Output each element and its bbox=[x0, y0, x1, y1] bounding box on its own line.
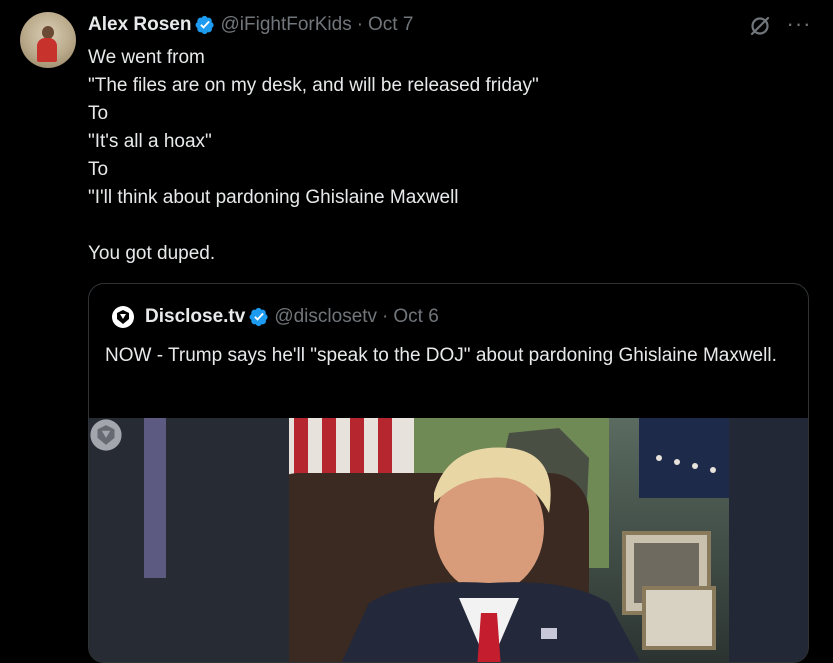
tweet-text-line: "I'll think about pardoning Ghislaine Ma… bbox=[88, 187, 459, 208]
author-handle[interactable]: @iFightForKids bbox=[220, 14, 351, 36]
tweet-text-line: We went from bbox=[88, 47, 205, 68]
author-name[interactable]: Alex Rosen bbox=[88, 14, 191, 36]
disclosetv-watermark-icon bbox=[90, 419, 122, 451]
tweet-text: We went from "The files are on my desk, … bbox=[88, 44, 808, 268]
verified-badge-icon bbox=[249, 307, 268, 327]
quote-date[interactable]: Oct 6 bbox=[393, 306, 438, 328]
separator-dot: · bbox=[382, 306, 389, 327]
quote-header: Disclose.tv @disclosetv · Oct 6 bbox=[111, 304, 439, 330]
quote-author-handle[interactable]: @disclosetv bbox=[274, 306, 377, 328]
quote-text: NOW - Trump says he'll "speak to the DOJ… bbox=[105, 345, 777, 366]
grok-icon[interactable] bbox=[748, 14, 772, 38]
quote-media-image[interactable] bbox=[89, 418, 808, 662]
author-avatar[interactable] bbox=[20, 12, 76, 68]
tweet-header: Alex Rosen @iFightForKids · Oct 7 bbox=[88, 12, 413, 38]
quoted-tweet[interactable]: Disclose.tv @disclosetv · Oct 6 NOW - Tr… bbox=[88, 283, 809, 663]
more-icon[interactable]: ··· bbox=[786, 13, 812, 38]
tweet-text-line: To bbox=[88, 103, 109, 124]
separator-dot: · bbox=[356, 14, 364, 35]
tweet-text-line: To bbox=[88, 159, 109, 180]
verified-badge-icon bbox=[196, 15, 215, 35]
tweet-date[interactable]: Oct 7 bbox=[368, 14, 413, 36]
tweet-text-line: "The files are on my desk, and will be r… bbox=[88, 75, 539, 96]
tweet-text-line bbox=[88, 212, 808, 240]
disclosetv-logo-icon[interactable] bbox=[111, 305, 135, 329]
tweet-text-line: "It's all a hoax" bbox=[88, 131, 212, 152]
media-photo-illustration bbox=[89, 418, 808, 662]
avatar-body bbox=[37, 38, 57, 62]
quote-author-name[interactable]: Disclose.tv bbox=[145, 306, 245, 328]
tweet-text-line: You got duped. bbox=[88, 243, 216, 264]
